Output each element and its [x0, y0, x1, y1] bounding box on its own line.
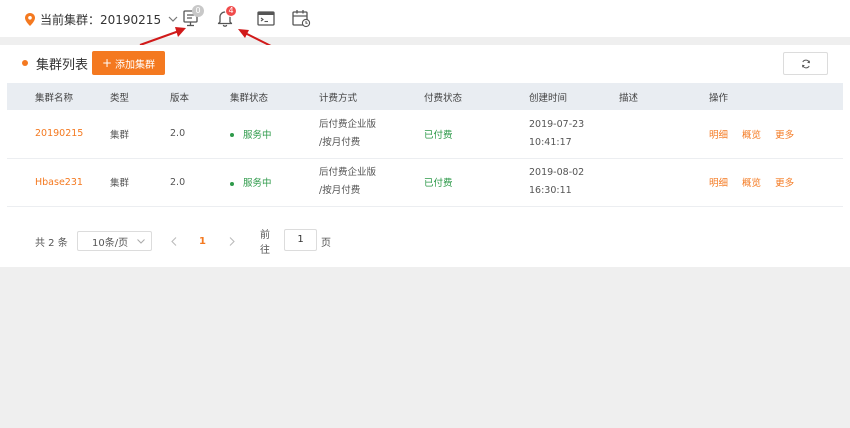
billing-method: 后付费企业版/按月付费: [319, 110, 424, 158]
chevron-down-icon: [168, 16, 178, 22]
add-cluster-button[interactable]: + 添加集群: [92, 51, 165, 75]
page-size-value: 10条/页: [92, 237, 129, 249]
created-time: 2019-07-23 10:41:17: [529, 110, 619, 158]
refresh-icon: [801, 59, 810, 68]
cluster-selector-label: 当前集群：20190215: [40, 12, 162, 27]
page-unit-label: 页: [321, 237, 331, 249]
title-dot-icon: [22, 60, 28, 66]
column-header-desc: 描述: [619, 92, 639, 104]
column-header-version: 版本: [170, 92, 190, 104]
created-clock: 10:41:17: [529, 136, 572, 148]
detail-link[interactable]: 明细: [709, 178, 728, 189]
table-row: Hbase231 集群 2.0 服务中 后付费企业版/按月付费 已付费 2019…: [7, 158, 843, 206]
notification-count-badge: 4: [225, 5, 237, 17]
column-header-billing: 计费方式: [319, 92, 358, 104]
panel-header: 集群列表 + 添加集群: [0, 45, 850, 81]
chevron-right-icon: [229, 236, 235, 246]
prev-page-button[interactable]: [171, 231, 177, 251]
goto-label: 前往: [260, 230, 270, 256]
cluster-name-link[interactable]: 20190215: [7, 110, 110, 158]
created-date: 2019-07-23: [529, 118, 585, 130]
status-dot-icon: [230, 133, 234, 138]
billing-line-2: /按月付费: [319, 185, 361, 196]
column-header-pay-status: 付费状态: [424, 92, 463, 104]
page-size-select[interactable]: 10条/页: [77, 231, 152, 251]
table-header-row: 集群名称 类型 版本 集群状态 计费方式 付费状态 创建时间 描述 操作: [7, 83, 843, 110]
cluster-table: 集群名称 类型 版本 集群状态 计费方式 付费状态 创建时间 描述 操作 201…: [7, 83, 843, 207]
pagination: 共 2 条 10条/页 1 前往 1 页: [35, 229, 331, 256]
cluster-status-text: 服务中: [243, 178, 272, 189]
detail-link[interactable]: 明细: [709, 130, 728, 141]
plus-icon: +: [101, 56, 113, 70]
cluster-type: 集群: [110, 178, 130, 189]
pay-status: 已付费: [424, 129, 453, 141]
top-bar: 当前集群：20190215 0 4: [0, 0, 850, 37]
cluster-selector[interactable]: 当前集群：20190215: [25, 10, 178, 28]
cluster-desc: [619, 158, 709, 206]
cluster-name-link[interactable]: Hbase231: [7, 158, 110, 206]
chevron-down-icon: [137, 239, 145, 244]
chevron-left-icon: [171, 236, 177, 246]
column-header-ops: 操作: [709, 92, 729, 104]
row-actions: 明细 概览 更多: [709, 158, 843, 206]
notification-button[interactable]: 4: [215, 5, 237, 28]
cluster-version: 2.0: [170, 128, 186, 140]
calendar-clock-icon: [292, 10, 311, 28]
schedule-button[interactable]: [291, 8, 311, 28]
created-clock: 16:30:11: [529, 185, 572, 196]
billing-line-1: 后付费企业版: [319, 167, 377, 178]
more-link[interactable]: 更多: [775, 130, 794, 141]
cluster-status: 服务中: [230, 158, 319, 206]
cluster-version: 2.0: [170, 176, 186, 188]
column-header-created: 创建时间: [529, 92, 568, 104]
created-time: 2019-08-02 16:30:11: [529, 158, 619, 206]
goto-page-input[interactable]: 1: [284, 229, 317, 251]
console-count-badge: 0: [192, 5, 204, 17]
console-monitor-button[interactable]: 0: [181, 5, 204, 28]
column-header-type: 类型: [110, 92, 130, 104]
add-cluster-label: 添加集群: [115, 59, 156, 71]
terminal-icon: [257, 11, 275, 26]
cluster-desc: [619, 110, 709, 158]
billing-method: 后付费企业版/按月付费: [319, 158, 424, 206]
pay-status: 已付费: [424, 178, 453, 189]
next-page-button[interactable]: [229, 231, 235, 251]
cluster-type: 集群: [110, 129, 130, 141]
row-actions: 明细 概览 更多: [709, 110, 843, 158]
overview-link[interactable]: 概览: [742, 130, 761, 141]
created-date: 2019-08-02: [529, 167, 585, 178]
billing-line-1: 后付费企业版: [319, 118, 377, 130]
table-row: 20190215 集群 2.0 服务中 后付费企业版/按月付费 已付费 2019…: [7, 110, 843, 158]
overview-link[interactable]: 概览: [742, 178, 761, 189]
location-pin-icon: [25, 12, 35, 26]
billing-line-2: /按月付费: [319, 136, 361, 148]
page-number-current[interactable]: 1: [199, 231, 206, 251]
panel-title: 集群列表: [36, 58, 89, 73]
refresh-button[interactable]: [783, 52, 828, 75]
column-header-name: 集群名称: [35, 92, 74, 104]
cluster-status-text: 服务中: [243, 129, 272, 141]
total-count: 共 2 条: [35, 237, 68, 249]
status-dot-icon: [230, 181, 234, 186]
terminal-button[interactable]: [256, 8, 276, 28]
cluster-status: 服务中: [230, 110, 319, 158]
cluster-list-panel: 集群列表 + 添加集群 集群名称 类型 版本 集群状态 计费方式 付费状态 创建…: [0, 45, 850, 267]
column-header-status: 集群状态: [230, 92, 269, 104]
more-link[interactable]: 更多: [775, 178, 794, 189]
